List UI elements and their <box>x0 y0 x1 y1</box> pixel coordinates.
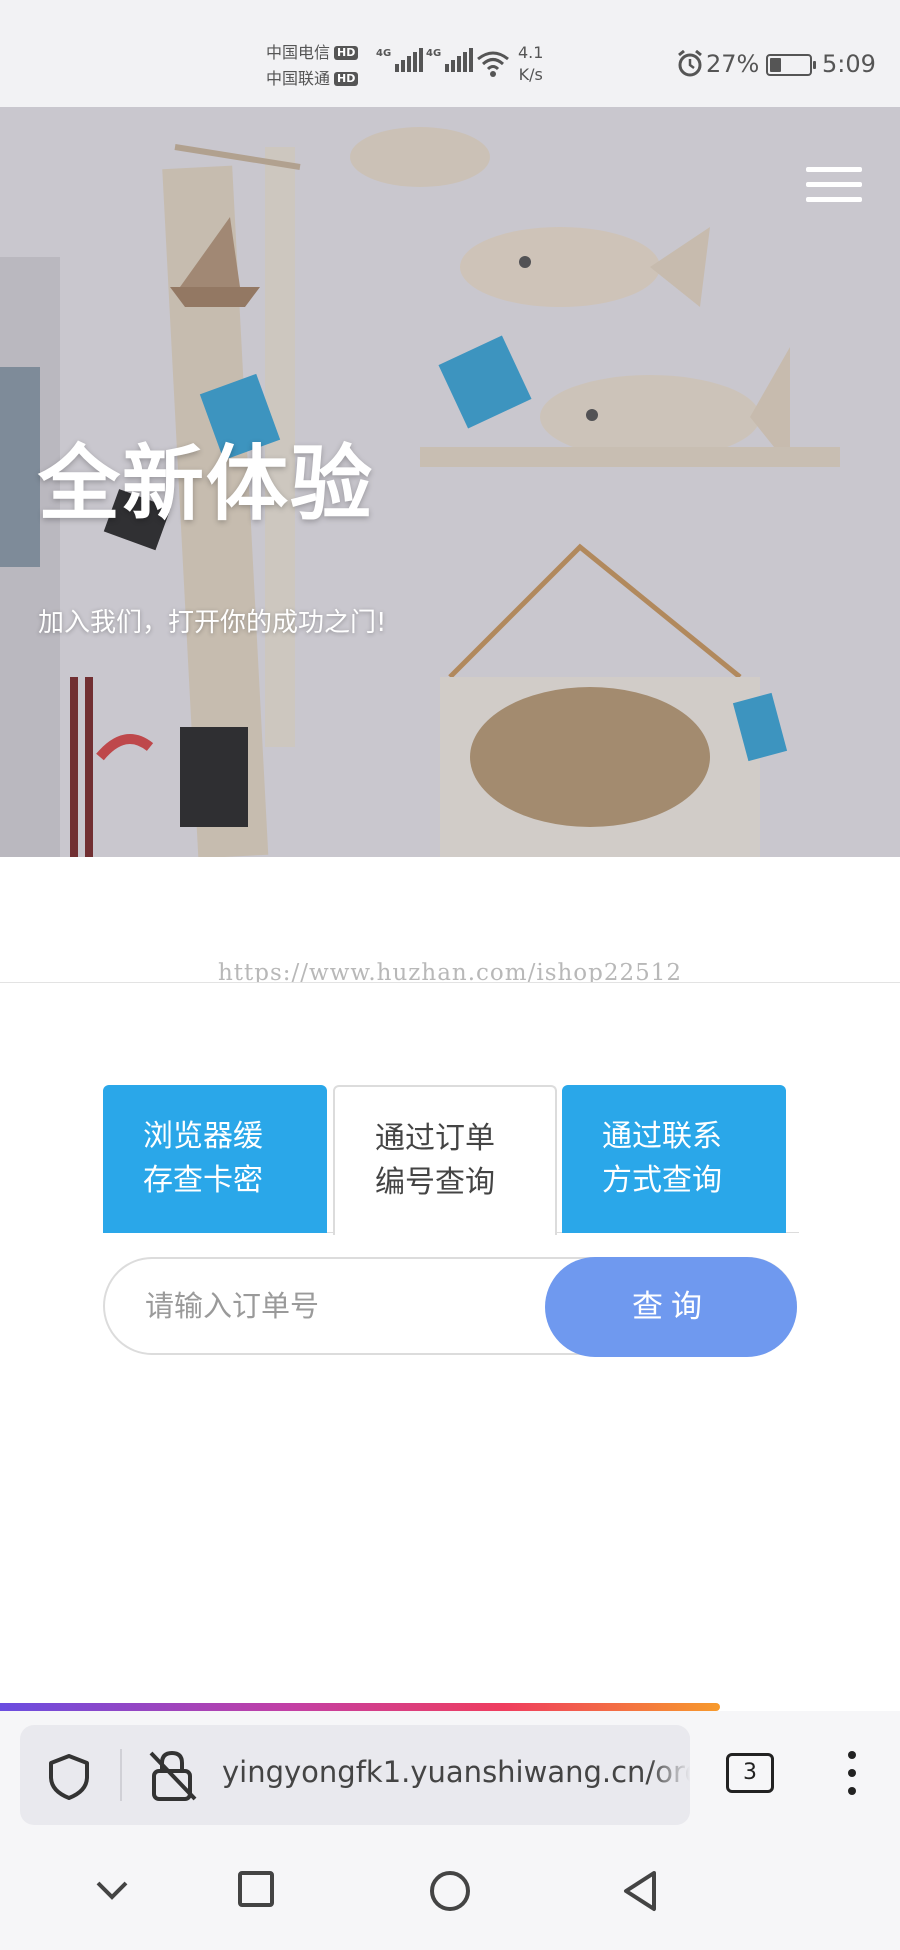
battery-icon <box>766 54 816 76</box>
address-bar[interactable]: yingyongfk1.yuanshiwang.cn/order <box>20 1725 690 1825</box>
clock: 5:09 <box>822 50 876 78</box>
hd-badge: HD <box>334 46 359 60</box>
hero-banner: 全新体验 加入我们，打开你的成功之门! <box>0 107 900 857</box>
home-circle-icon[interactable] <box>428 1869 472 1913</box>
hd-badge: HD <box>334 72 359 86</box>
back-triangle-icon[interactable] <box>620 1869 660 1913</box>
more-options-icon[interactable] <box>848 1751 858 1805</box>
signal-1-icon: 4G <box>376 48 424 72</box>
alarm-icon <box>678 50 702 77</box>
carrier-2-name: 中国联通 <box>266 69 331 88</box>
signal-2-icon: 4G <box>426 48 474 72</box>
carrier-1-name: 中国电信 <box>266 43 331 62</box>
page-load-progress <box>0 1703 900 1711</box>
query-tabs: 浏览器缓 存查卡密 通过订单 编号查询 通过联系 方式查询 <box>103 1085 799 1235</box>
hero-subtitle: 加入我们，打开你的成功之门! <box>38 608 387 638</box>
system-nav-bar <box>0 1841 900 1950</box>
shield-icon[interactable] <box>46 1753 92 1801</box>
network-speed: 4.1 K/s <box>518 43 544 84</box>
recents-square-icon[interactable] <box>236 1869 276 1909</box>
hamburger-menu-icon <box>806 167 862 172</box>
chevron-down-icon[interactable] <box>92 1869 132 1909</box>
url-text[interactable]: yingyongfk1.yuanshiwang.cn/order <box>222 1755 690 1789</box>
battery-percent: 27% <box>706 50 760 78</box>
tab-switcher-button[interactable]: 3 <box>726 1753 774 1793</box>
tab-order-number[interactable]: 通过订单 编号查询 <box>333 1085 557 1235</box>
insecure-lock-icon[interactable] <box>148 1749 198 1803</box>
carrier-info: 中国电信 HD 中国联通 HD <box>266 40 359 92</box>
browser-toolbar: yingyongfk1.yuanshiwang.cn/order 3 <box>0 1711 900 1841</box>
status-bar: 中国电信 HD 中国联通 HD 4G 4G 4.1 K/s 27% 5:09 <box>0 0 900 107</box>
wifi-icon <box>477 51 509 77</box>
hero-title: 全新体验 <box>38 437 375 532</box>
menu-button[interactable] <box>806 167 862 207</box>
order-number-input[interactable] <box>145 1281 525 1331</box>
query-button[interactable]: 查询 <box>545 1257 797 1357</box>
tab-contact[interactable]: 通过联系 方式查询 <box>562 1085 786 1233</box>
tab-browser-cache[interactable]: 浏览器缓 存查卡密 <box>103 1085 327 1233</box>
